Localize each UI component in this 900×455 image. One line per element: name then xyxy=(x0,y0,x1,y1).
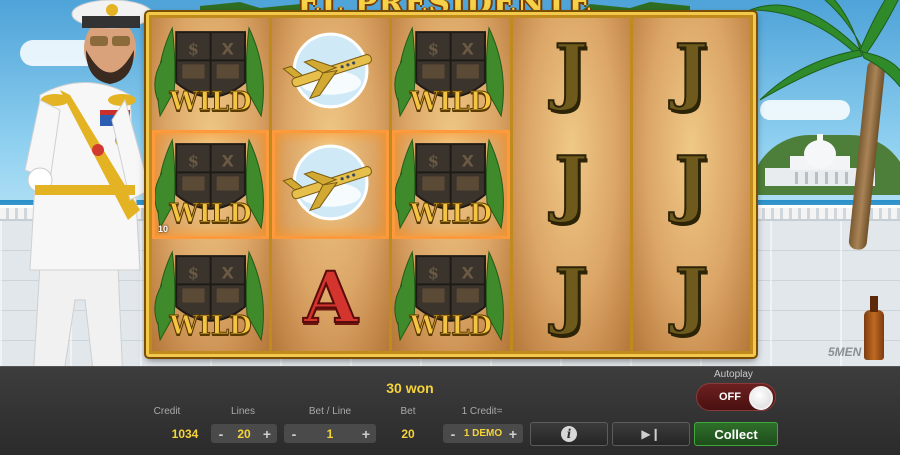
autoplay-state: OFF xyxy=(719,391,741,403)
credit-denom-minus-button[interactable]: - xyxy=(446,426,460,442)
symbol-label: WILD xyxy=(169,311,252,342)
symbol-label: J xyxy=(673,251,709,338)
symbol-label: A xyxy=(303,255,359,340)
svg-text:$: $ xyxy=(428,151,439,170)
reel-5: J J J xyxy=(632,18,751,351)
svg-text:X: X xyxy=(222,151,235,170)
reel-cell-wild: $ X WILD xyxy=(392,130,510,239)
credit-value: 1034 xyxy=(171,427,199,441)
reel-1: $ X WILD $ X WILD 10 $ X WILD xyxy=(152,18,270,351)
svg-text:X: X xyxy=(462,151,475,170)
toggle-knob xyxy=(749,386,773,410)
symbol-label: J xyxy=(673,139,709,226)
autoplay-label: Autoplay xyxy=(714,369,753,380)
symbol-label: J xyxy=(673,27,709,114)
jet-symbol-art xyxy=(282,144,373,221)
symbol-label: J xyxy=(553,139,589,226)
credit-denom-stepper[interactable]: - 1 DEMO + xyxy=(443,424,523,443)
lines-value: 20 xyxy=(237,426,251,441)
symbol-label: WILD xyxy=(409,199,493,230)
reel-cell-wild: $ X WILD xyxy=(152,18,269,127)
credit-denom-label: 1 Credit= xyxy=(461,406,503,417)
svg-text:X: X xyxy=(222,263,235,282)
symbol-label: J xyxy=(553,251,589,338)
lines-plus-button[interactable]: + xyxy=(260,426,274,442)
symbol-label: WILD xyxy=(409,311,493,342)
win-message: 30 won xyxy=(386,380,434,396)
skip-button[interactable]: ▶❙ xyxy=(612,422,690,446)
info-button[interactable]: i xyxy=(530,422,608,446)
reel-4: J J J xyxy=(512,18,630,351)
svg-text:$: $ xyxy=(428,263,439,282)
payline-number: 10 xyxy=(158,224,169,234)
symbol-label: WILD xyxy=(169,87,252,118)
reel-cell-jack: J xyxy=(633,18,750,127)
credit-denom-plus-button[interactable]: + xyxy=(506,426,520,442)
autoplay-toggle[interactable]: OFF xyxy=(696,383,776,411)
reel-cell-wild: $ X WILD xyxy=(392,18,509,127)
svg-text:$: $ xyxy=(188,39,199,58)
reel-cell-jet xyxy=(272,18,389,127)
reels-frame: $ X WILD $ X WILD 10 $ X WILD A $ X WILD… xyxy=(146,12,756,357)
reel-cell-wild: $ X WILD xyxy=(392,242,509,351)
lines-stepper[interactable]: - 20 + xyxy=(211,424,277,443)
svg-text:$: $ xyxy=(188,151,199,170)
reel-cell-ace: A xyxy=(272,242,389,351)
bet-line-value: 1 xyxy=(326,426,334,441)
rum-bottle xyxy=(864,296,884,360)
palm-leaves xyxy=(749,0,900,101)
bet-line-plus-button[interactable]: + xyxy=(359,426,373,442)
bet-label: Bet xyxy=(400,406,416,417)
symbol-label: J xyxy=(553,27,589,114)
bet-value: 20 xyxy=(401,427,415,441)
jet-symbol-art xyxy=(282,32,373,109)
svg-text:$: $ xyxy=(428,39,439,58)
svg-text:X: X xyxy=(222,39,235,58)
lines-minus-button[interactable]: - xyxy=(214,426,228,442)
brand-logo: 5MEN xyxy=(828,345,862,359)
bet-line-stepper[interactable]: - 1 + xyxy=(284,424,376,443)
info-icon: i xyxy=(561,426,577,442)
reel-cell-jack: J xyxy=(633,130,750,239)
reel-3: $ X WILD $ X WILD $ X WILD xyxy=(392,18,510,351)
reel-cell-jack: J xyxy=(513,18,630,127)
reel-2: A xyxy=(272,18,390,351)
reel-cell-wild: $ X WILD 10 xyxy=(152,130,270,239)
symbol-label: WILD xyxy=(409,87,493,118)
reel-cell-jet xyxy=(272,130,390,239)
svg-text:$: $ xyxy=(188,263,199,282)
skip-icon: ▶❙ xyxy=(641,427,661,441)
reel-cell-jack: J xyxy=(513,242,630,351)
reel-cell-jack: J xyxy=(513,130,630,239)
credit-denom-value: 1 DEMO xyxy=(463,428,503,439)
lines-label: Lines xyxy=(231,406,255,417)
svg-text:X: X xyxy=(462,39,475,58)
bet-line-minus-button[interactable]: - xyxy=(287,426,301,442)
symbol-label: WILD xyxy=(169,199,252,230)
bet-line-label: Bet / Line xyxy=(308,406,352,417)
collect-button[interactable]: Collect xyxy=(694,422,778,446)
reels-grid: $ X WILD $ X WILD 10 $ X WILD A $ X WILD… xyxy=(152,18,751,351)
reel-cell-jack: J xyxy=(633,242,750,351)
svg-text:X: X xyxy=(462,263,475,282)
reel-cell-wild: $ X WILD xyxy=(152,242,269,351)
credit-label: Credit xyxy=(153,406,181,417)
